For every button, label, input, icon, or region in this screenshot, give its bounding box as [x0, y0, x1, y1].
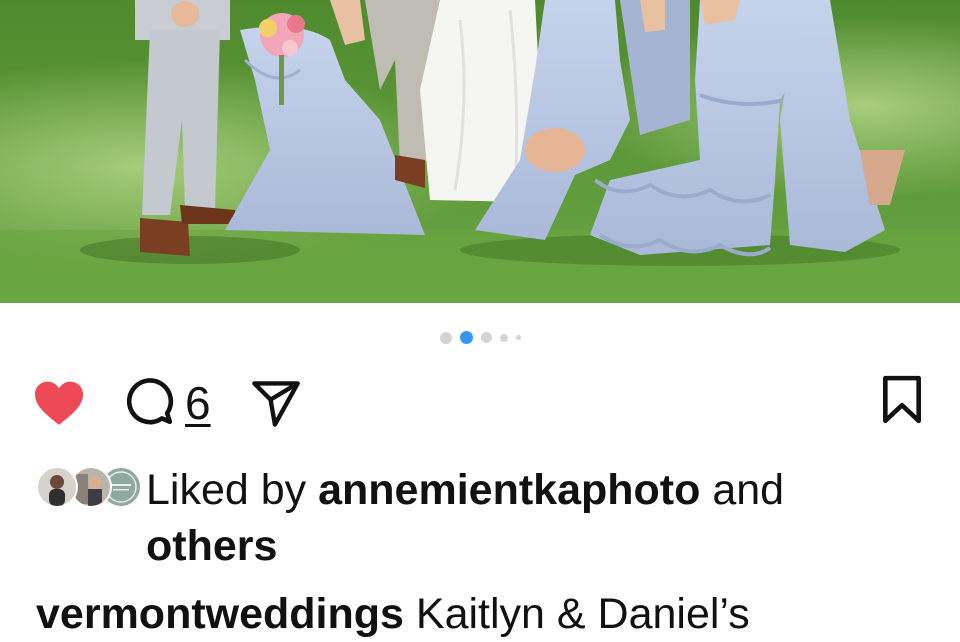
save-button[interactable] — [876, 374, 928, 426]
liked-by-joiner: and — [700, 466, 785, 514]
avatar — [36, 466, 78, 508]
caption-text: Kaitlyn & Daniel’s — [403, 590, 750, 638]
bookmark-icon — [883, 375, 921, 424]
comment-count-link[interactable]: 6 — [185, 378, 211, 428]
liker-username-link[interactable]: annemientkaphoto — [318, 466, 700, 514]
like-button[interactable] — [31, 378, 87, 428]
carousel-dot — [439, 331, 452, 344]
wedding-party-photo — [0, 0, 960, 303]
carousel-indicator — [0, 331, 960, 344]
caption-username-link[interactable]: vermontweddings — [36, 590, 404, 638]
post-photo[interactable] — [0, 0, 960, 303]
paper-plane-icon — [252, 381, 300, 427]
post-actions — [0, 372, 960, 432]
liked-by-text: Liked by annemientkaphoto and others — [146, 462, 936, 574]
comment-bubble-icon — [126, 378, 174, 425]
liker-avatars[interactable] — [36, 466, 142, 508]
comment-button[interactable] — [122, 376, 176, 430]
carousel-dot — [480, 332, 492, 343]
others-link[interactable]: others — [146, 522, 277, 570]
heart-filled-icon — [35, 381, 83, 425]
share-button[interactable] — [248, 378, 304, 430]
liked-by-prefix: Liked by — [146, 466, 319, 514]
carousel-dot-active — [459, 331, 473, 344]
carousel-dot — [515, 335, 521, 340]
carousel-dot — [499, 333, 508, 342]
post-caption: vermontweddings Kaitlyn & Daniel’s — [36, 586, 936, 642]
